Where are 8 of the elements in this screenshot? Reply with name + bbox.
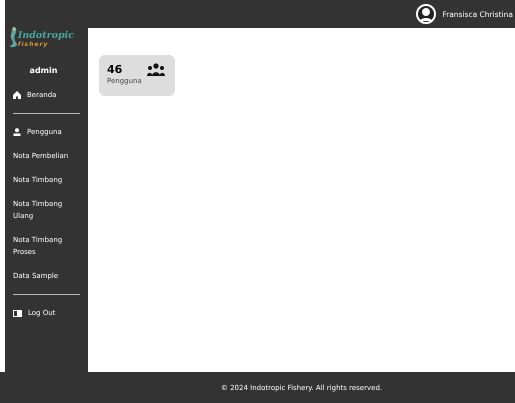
stat-count: 46	[107, 63, 124, 76]
home-icon	[13, 91, 21, 99]
users-icon	[147, 63, 165, 76]
avatar-icon[interactable]	[416, 4, 436, 24]
logo-title: Indotropic	[18, 30, 74, 41]
user-icon	[13, 128, 21, 136]
logout-icon	[13, 310, 22, 316]
user-role: admin	[28, 66, 58, 75]
